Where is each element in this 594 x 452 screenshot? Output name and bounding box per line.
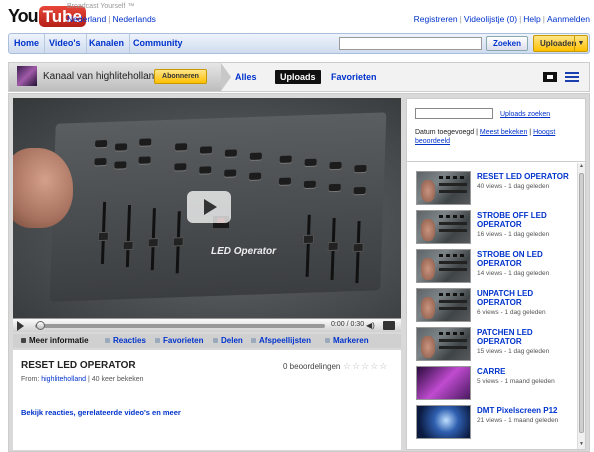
channel-header: Kanaal van highliteholland Abonneren	[9, 63, 231, 91]
sidebar-scrollbar[interactable]: ▲ ▼	[577, 163, 585, 449]
list-item[interactable]: STROBE OFF LED OPERATOR 16 views - 1 dag…	[416, 208, 576, 246]
uploads-search-input[interactable]	[415, 108, 493, 119]
sort-most-viewed[interactable]: Meest bekeken	[480, 129, 527, 136]
play-overlay-icon[interactable]	[187, 191, 231, 223]
play-icon[interactable]	[17, 321, 24, 331]
item-title[interactable]: CARRE	[477, 367, 577, 376]
item-meta: 15 views - 1 dag geleden	[477, 348, 550, 355]
channel-bar: Kanaal van highliteholland Abonneren All…	[8, 62, 590, 92]
rating-stars[interactable]: ☆☆☆☆☆	[343, 361, 388, 372]
account-links: Registreren | Videolijstje (0) | Help | Aanmel…	[413, 14, 590, 24]
top-bar: You Tube Broadcast Yourself ™ Nederland | N…	[0, 0, 594, 33]
rating-count: 0 beoordelingen	[283, 362, 341, 371]
nav-videos[interactable]: Video's	[44, 34, 87, 53]
channel-title[interactable]: Kanaal van highliteholland	[43, 71, 160, 82]
view-count: 40 keer bekeken	[91, 376, 144, 383]
list-item[interactable]: STROBE ON LED OPERATOR 14 views - 1 dag …	[416, 247, 576, 285]
uploads-list: RESET LED OPERATOR 40 views - 1 dag gele…	[407, 163, 577, 449]
video-thumbnail[interactable]	[416, 366, 471, 400]
search-input[interactable]	[339, 37, 482, 50]
from-label: From:	[21, 376, 40, 383]
register-link[interactable]: Registreren	[414, 14, 458, 24]
upload-label: Uploaden	[540, 39, 577, 48]
item-title[interactable]: STROBE ON LED OPERATOR	[477, 250, 577, 268]
chevron-down-icon[interactable]: ▼	[574, 36, 587, 51]
list-item[interactable]: CARRE 5 views - 1 maand geleden	[416, 364, 576, 402]
video-thumbnail[interactable]	[416, 405, 471, 439]
item-title[interactable]: STROBE OFF LED OPERATOR	[477, 211, 577, 229]
item-meta: 21 views - 1 maand geleden	[477, 417, 559, 424]
upload-button[interactable]: Uploaden ▼	[533, 35, 588, 52]
list-item[interactable]: DMT Pixelscreen P12 21 views - 1 maand g…	[416, 403, 576, 441]
tab-all[interactable]: Alles	[235, 72, 257, 82]
item-meta: 16 views - 1 dag geleden	[477, 231, 550, 238]
tab-uploads[interactable]: Uploads	[275, 70, 321, 84]
player-view-icon[interactable]	[543, 72, 557, 82]
nav-home[interactable]: Home	[9, 34, 46, 53]
item-title[interactable]: DMT Pixelscreen P12	[477, 406, 577, 415]
tab-more-info[interactable]: Meer informatie	[21, 336, 89, 345]
uploader-link[interactable]: highliteholland	[41, 376, 86, 383]
video-title: RESET LED OPERATOR	[21, 360, 136, 371]
info-tabs: Meer informatie Reacties Favorieten Dele…	[13, 334, 401, 348]
uploads-search-link[interactable]: Uploads zoeken	[500, 111, 550, 118]
item-title[interactable]: RESET LED OPERATOR	[477, 172, 577, 181]
video-thumbnail[interactable]	[416, 249, 471, 283]
scroll-down-icon[interactable]: ▼	[578, 441, 585, 449]
seek-bar[interactable]	[35, 324, 325, 328]
seek-handle[interactable]	[36, 321, 45, 330]
logo-you: You	[8, 5, 39, 26]
video-player[interactable]: 88 LED Operator	[13, 98, 401, 318]
divider	[407, 161, 585, 162]
time-display: 0:00 / 0:30	[331, 321, 365, 328]
main-nav: Home Video's Kanalen Community Zoeken Up…	[8, 33, 590, 54]
fullscreen-icon[interactable]	[383, 321, 395, 330]
tab-share[interactable]: Delen	[213, 336, 243, 345]
country-selector: Nederland | Nederlands	[67, 14, 156, 24]
video-info-panel: RESET LED OPERATOR From: highliteholland…	[13, 350, 401, 450]
help-link[interactable]: Help	[523, 14, 540, 24]
nav-community[interactable]: Community	[128, 34, 188, 53]
sort-options: Datum toegevoegd | Meest bekeken | Hoogs…	[415, 129, 556, 145]
list-item[interactable]: RESET LED OPERATOR 40 views - 1 dag gele…	[416, 169, 576, 207]
tab-favorites[interactable]: Favorieten	[331, 72, 377, 82]
video-from: From: highliteholland | 40 keer bekeken	[21, 376, 144, 383]
channel-content: 88 LED Operator 0:00 / 0:30 ◀) Meer info…	[8, 93, 590, 452]
tab-playlists[interactable]: Afspeellijsten	[251, 336, 311, 345]
video-thumbnail[interactable]	[416, 327, 471, 361]
slogan: Broadcast Yourself ™	[67, 3, 135, 10]
sort-date: Datum toegevoegd	[415, 129, 475, 136]
volume-icon[interactable]: ◀)	[366, 321, 375, 330]
search-button[interactable]: Zoeken	[486, 36, 528, 51]
item-meta: 40 views - 1 dag geleden	[477, 183, 550, 190]
item-title[interactable]: PATCHEN LED OPERATOR	[477, 328, 577, 346]
nav-channels[interactable]: Kanalen	[84, 34, 131, 53]
item-meta: 5 views - 1 maand geleden	[477, 378, 555, 385]
console-label: LED Operator	[211, 246, 277, 257]
uploads-sidebar: Uploads zoeken Datum toegevoegd | Meest …	[406, 98, 586, 450]
language-link[interactable]: Nederlands	[112, 14, 155, 24]
tab-flag[interactable]: Markeren	[325, 336, 369, 345]
grid-view-icon[interactable]	[565, 72, 579, 82]
scroll-up-icon[interactable]: ▲	[578, 163, 585, 171]
tab-comments[interactable]: Reacties	[105, 336, 146, 345]
quicklist-link[interactable]: Videolijstje (0)	[464, 14, 517, 24]
item-title[interactable]: UNPATCH LED OPERATOR	[477, 289, 577, 307]
player-controls: 0:00 / 0:30 ◀)	[13, 318, 401, 332]
item-meta: 14 views - 1 dag geleden	[477, 270, 550, 277]
video-thumbnail[interactable]	[416, 210, 471, 244]
sign-in-link[interactable]: Aanmelden	[547, 14, 590, 24]
more-link[interactable]: Bekijk reacties, gerelateerde video's en…	[21, 408, 181, 417]
item-meta: 6 views - 1 dag geleden	[477, 309, 546, 316]
video-thumbnail[interactable]	[416, 288, 471, 322]
scroll-thumb[interactable]	[579, 173, 584, 433]
subscribe-button[interactable]: Abonneren	[154, 69, 207, 84]
avatar[interactable]	[17, 66, 37, 86]
list-item[interactable]: PATCHEN LED OPERATOR 15 views - 1 dag ge…	[416, 325, 576, 363]
tab-favorite[interactable]: Favorieten	[155, 336, 203, 345]
video-thumbnail[interactable]	[416, 171, 471, 205]
country-link[interactable]: Nederland	[67, 14, 106, 24]
list-item[interactable]: UNPATCH LED OPERATOR 6 views - 1 dag gel…	[416, 286, 576, 324]
